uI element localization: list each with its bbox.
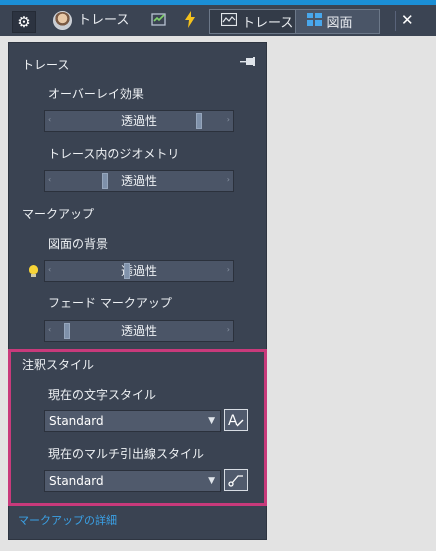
geometry-in-trace-label: トレース内のジオメトリ: [48, 147, 180, 161]
slider-text: 透過性: [120, 264, 157, 278]
slider-thumb[interactable]: [123, 263, 130, 279]
slider-thumb[interactable]: [196, 113, 203, 129]
gear-icon[interactable]: ⚙: [12, 11, 36, 33]
slider-right-marker: ›: [226, 325, 230, 334]
close-icon[interactable]: ✕: [401, 5, 414, 36]
lightning-icon[interactable]: [184, 11, 196, 32]
toggle-trace[interactable]: トレース: [210, 10, 296, 33]
slider-text: 透過性: [120, 324, 157, 338]
fade-transparency-slider[interactable]: ‹ 透過性 ›: [44, 320, 234, 342]
user-trace-label[interactable]: トレース: [78, 5, 129, 36]
view-toggle-group: トレース 図面: [209, 9, 380, 34]
toggle-trace-label: トレース: [242, 16, 294, 31]
section-heading-markup: マークアップ: [22, 207, 95, 221]
markup-details-link[interactable]: マークアップの詳細: [18, 512, 117, 528]
fade-markup-label: フェード マークアップ: [48, 296, 172, 310]
checkmark-chart-icon[interactable]: [151, 12, 168, 31]
toggle-drawing[interactable]: 図面: [295, 10, 379, 33]
annotation-style-highlight-frame: [8, 349, 267, 506]
slider-text: 透過性: [120, 114, 157, 128]
slider-thumb[interactable]: [101, 173, 108, 189]
overlay-effect-label: オーバーレイ効果: [48, 87, 144, 101]
slider-text: 透過性: [120, 174, 157, 188]
geometry-transparency-slider[interactable]: ‹ 透過性 ›: [44, 170, 234, 192]
lightbulb-icon[interactable]: [29, 265, 38, 277]
overlay-transparency-slider[interactable]: ‹ 透過性 ›: [44, 110, 234, 132]
drawing-background-label: 図面の背景: [48, 237, 109, 251]
slider-right-marker: ›: [226, 265, 230, 274]
avatar[interactable]: [53, 11, 72, 30]
pin-icon[interactable]: [240, 56, 255, 69]
slider-thumb[interactable]: [63, 323, 70, 339]
toolbar: ⚙ トレース トレース 図面 ✕: [0, 5, 436, 36]
toolbar-divider: [395, 11, 396, 31]
background-transparency-slider[interactable]: ‹ 透過性 ›: [44, 260, 234, 282]
slider-right-marker: ›: [226, 115, 230, 124]
trace-icon: [220, 12, 238, 30]
drawing-grid-icon: [306, 13, 322, 30]
section-heading-trace: トレース: [22, 58, 70, 72]
toggle-drawing-label: 図面: [326, 16, 353, 31]
slider-right-marker: ›: [226, 175, 230, 184]
